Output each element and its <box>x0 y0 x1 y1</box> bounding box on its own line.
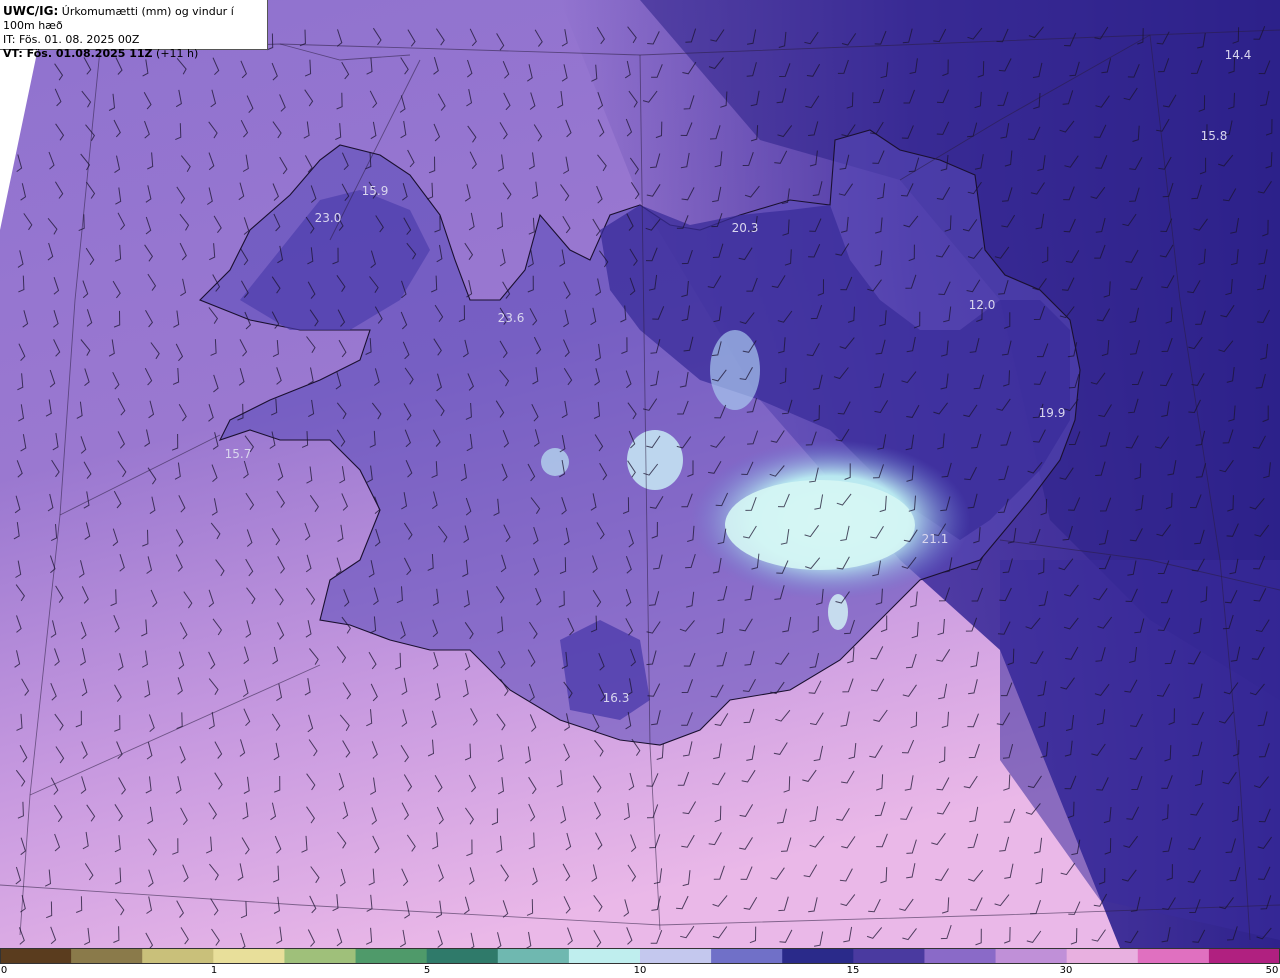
valid-time: VT: Fös. 01.08.2025 11Z <box>3 47 153 60</box>
colorbar-segment <box>355 948 428 964</box>
colorbar-tick-label: 0 <box>0 965 8 976</box>
valid-time-line: VT: Fös. 01.08.2025 11Z (+11 h) <box>3 47 264 61</box>
max-value-label: 20.3 <box>731 221 759 235</box>
colorbar-segment <box>1208 948 1280 964</box>
colorbar-segment <box>497 948 570 964</box>
colorbar-segment <box>995 948 1068 964</box>
colorbar-tick-label: 50 <box>1265 965 1279 976</box>
colorbar-tick-label: 1 <box>210 965 218 976</box>
colorbar-tick-label: 30 <box>1059 965 1073 976</box>
max-value-label: 12.0 <box>968 298 996 312</box>
colorbar-segment <box>284 948 357 964</box>
initial-time: IT: Fös. 01. 08. 2025 00Z <box>3 33 140 46</box>
colorbar-segment <box>1066 948 1139 964</box>
lead-time: (+11 h) <box>152 47 199 60</box>
colorbar-tick-label: 5 <box>423 965 431 976</box>
max-value-label: 21.1 <box>921 532 949 546</box>
colorbar-segment <box>568 948 641 964</box>
colorbar-segment <box>426 948 499 964</box>
colorbar: 0 1 5 10 15 30 50 <box>0 948 1280 978</box>
max-value-label: 15.7 <box>224 447 252 461</box>
max-value-label: 15.9 <box>361 184 389 198</box>
forecast-map <box>0 0 1280 948</box>
colorbar-segment <box>853 948 926 964</box>
max-value-label: 23.6 <box>497 311 525 325</box>
colorbar-segment <box>924 948 997 964</box>
colorbar-tick-label: 15 <box>846 965 860 976</box>
title-box: UWC/IG: Úrkomumætti (mm) og vindur í 100… <box>0 0 268 60</box>
colorbar-segment <box>142 948 214 964</box>
model-name: UWC/IG: <box>3 4 59 18</box>
max-value-label: 15.8 <box>1200 129 1228 143</box>
langjokull-highlight <box>627 430 683 490</box>
colorbar-segment <box>71 948 143 964</box>
south-tongue-highlight <box>828 594 848 630</box>
max-value-label: 19.9 <box>1038 406 1066 420</box>
colorbar-tick-label: 10 <box>633 965 647 976</box>
colorbar-segment <box>0 948 72 964</box>
colorbar-segment <box>1137 948 1210 964</box>
colorbar-segment <box>213 948 286 964</box>
small-glacier-highlight <box>541 448 569 476</box>
title-line: UWC/IG: Úrkomumætti (mm) og vindur í 100… <box>3 4 264 33</box>
colorbar-segment <box>711 948 783 964</box>
max-value-label: 14.4 <box>1224 48 1252 62</box>
hofsjokull-highlight <box>710 330 760 410</box>
max-value-label: 23.0 <box>314 211 342 225</box>
glacier-core <box>725 480 915 570</box>
max-value-label: 16.3 <box>602 691 630 705</box>
map-viewer: UWC/IG: Úrkomumætti (mm) og vindur í 100… <box>0 0 1280 978</box>
colorbar-segment <box>640 948 712 964</box>
colorbar-segment <box>782 948 854 964</box>
